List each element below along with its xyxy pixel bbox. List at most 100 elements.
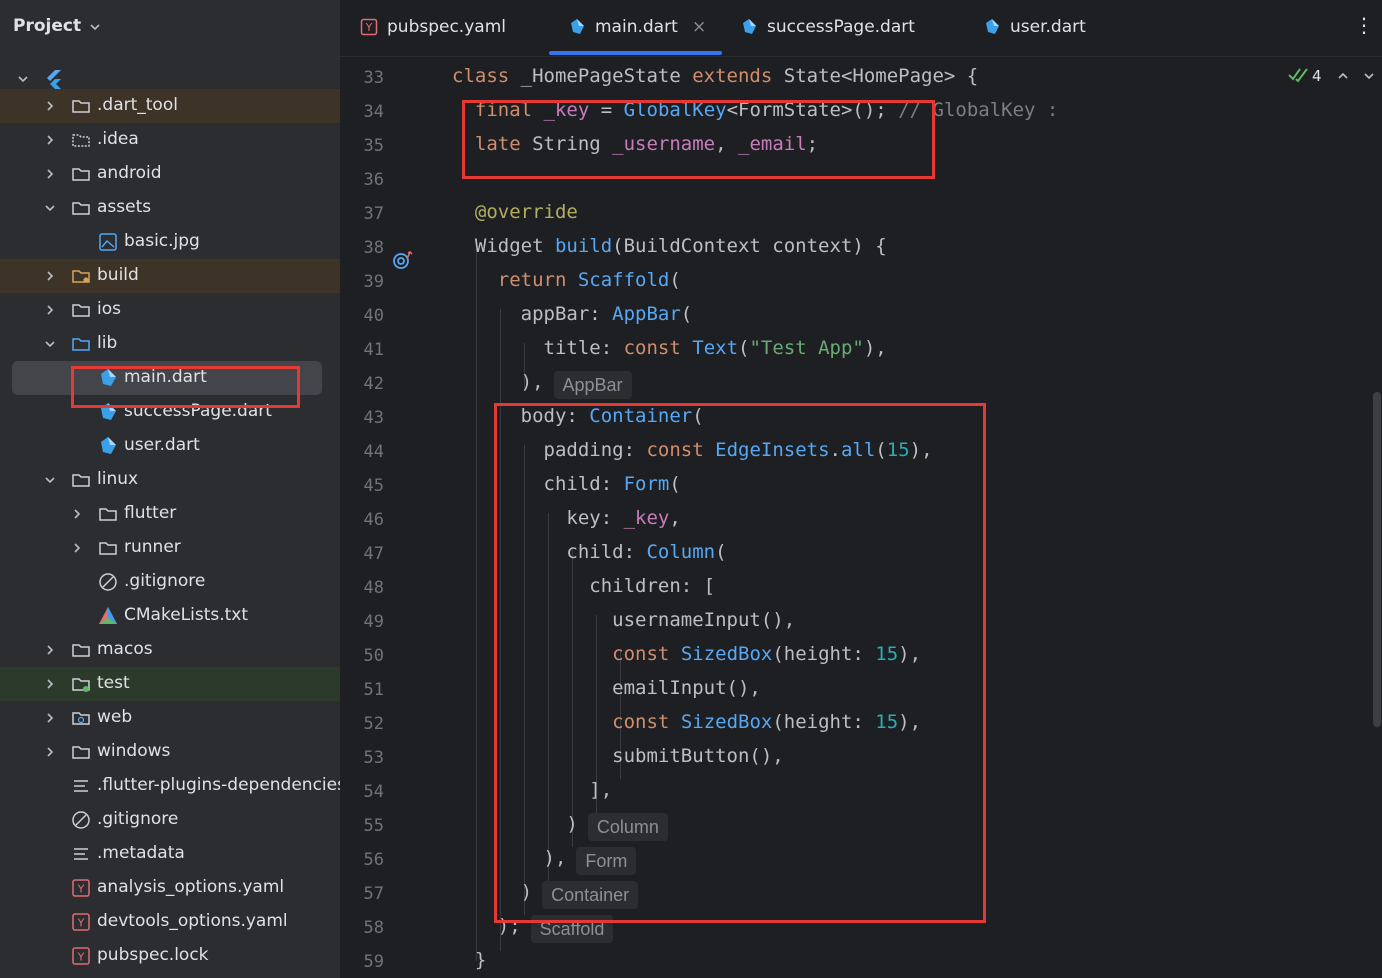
inspection-count[interactable]: 4 bbox=[1312, 67, 1322, 85]
tree-item[interactable]: user.dart bbox=[0, 429, 340, 463]
tree-item[interactable]: web bbox=[0, 701, 340, 735]
tree-item[interactable]: test bbox=[0, 667, 340, 701]
line-number: 44 bbox=[363, 442, 384, 462]
code-line[interactable]: appBar: AppBar( bbox=[452, 303, 693, 325]
chevron-down-icon[interactable] bbox=[16, 72, 30, 86]
tree-item[interactable]: ios bbox=[0, 293, 340, 327]
tree-item[interactable]: windows bbox=[0, 735, 340, 769]
folder-test-icon bbox=[72, 678, 90, 692]
line-number: 59 bbox=[363, 952, 384, 972]
tree-item[interactable]: .gitignore bbox=[0, 803, 340, 837]
folder-dotted-icon bbox=[72, 134, 90, 147]
tree-item[interactable]: build bbox=[0, 259, 340, 293]
project-header[interactable]: Project bbox=[0, 0, 340, 56]
tree-item[interactable]: Ydevtools_options.yaml bbox=[0, 905, 340, 939]
check-double-icon[interactable] bbox=[1288, 65, 1310, 83]
tree-item-label: flutter bbox=[124, 503, 177, 523]
more-tabs-icon[interactable]: ⋮ bbox=[1354, 15, 1374, 35]
chevron-down-icon[interactable] bbox=[43, 201, 57, 215]
chevron-right-icon[interactable] bbox=[43, 269, 57, 283]
tree-item[interactable]: lib bbox=[0, 327, 340, 361]
tree-item[interactable]: .idea bbox=[0, 123, 340, 157]
code-line[interactable]: ), AppBar bbox=[452, 371, 632, 399]
line-number: 54 bbox=[363, 782, 384, 802]
tree-item[interactable]: assets bbox=[0, 191, 340, 225]
chevron-right-icon[interactable] bbox=[43, 99, 57, 113]
svg-text:Y: Y bbox=[77, 917, 85, 930]
folder-web-icon bbox=[72, 712, 90, 725]
code-line[interactable]: Widget build(BuildContext context) { bbox=[452, 235, 887, 257]
folder-icon bbox=[72, 202, 90, 215]
chevron-down-icon[interactable] bbox=[43, 473, 57, 487]
tree-item[interactable]: linux bbox=[0, 463, 340, 497]
chevron-right-icon[interactable] bbox=[43, 133, 57, 147]
code-line[interactable]: } bbox=[452, 949, 486, 971]
tree-item-label: linux bbox=[97, 469, 139, 489]
chevron-up-icon[interactable] bbox=[1336, 69, 1350, 83]
folder-source-icon bbox=[72, 338, 90, 351]
line-number: 41 bbox=[363, 340, 384, 360]
tree-item[interactable]: basic.jpg bbox=[0, 225, 340, 259]
tab-label: pubspec.yaml bbox=[387, 17, 506, 37]
line-number: 40 bbox=[363, 306, 384, 326]
folder-icon bbox=[99, 542, 117, 555]
tree-item[interactable]: flutter bbox=[0, 497, 340, 531]
chevron-right-icon[interactable] bbox=[43, 711, 57, 725]
code-line[interactable]: title: const Text("Test App"), bbox=[452, 337, 887, 359]
highlight-box-main-dart bbox=[71, 366, 300, 408]
tree-item[interactable]: Yanalysis_options.yaml bbox=[0, 871, 340, 905]
folder-excluded-icon bbox=[72, 270, 90, 283]
line-number: 35 bbox=[363, 136, 384, 156]
chevron-right-icon[interactable] bbox=[70, 507, 84, 521]
code-line[interactable]: @override bbox=[452, 201, 578, 223]
text-file-icon bbox=[74, 780, 88, 792]
chevron-right-icon[interactable] bbox=[43, 745, 57, 759]
closing-label-hint: AppBar bbox=[553, 371, 632, 399]
tree-item[interactable]: CMakeLists.txt bbox=[0, 599, 340, 633]
tree-item-label: test bbox=[97, 673, 130, 693]
folder-icon bbox=[72, 304, 90, 317]
yaml-file-icon: Y bbox=[360, 18, 378, 36]
chevron-down-icon[interactable] bbox=[43, 337, 57, 351]
cmake-file-icon bbox=[99, 607, 117, 624]
highlight-box-fields bbox=[462, 100, 935, 179]
tree-item-label: user.dart bbox=[124, 435, 200, 455]
chevron-down-icon[interactable] bbox=[88, 20, 102, 34]
line-number: 55 bbox=[363, 816, 384, 836]
folder-icon bbox=[72, 474, 90, 487]
tree-item[interactable]: android bbox=[0, 157, 340, 191]
chevron-right-icon[interactable] bbox=[43, 167, 57, 181]
tree-item[interactable]: .dart_tool bbox=[0, 89, 340, 123]
code-line[interactable]: class _HomePageState extends State<HomeP… bbox=[452, 65, 978, 87]
text-file-icon bbox=[74, 848, 88, 860]
tree-item[interactable]: Ypubspec.lock bbox=[0, 939, 340, 973]
chevron-down-icon[interactable] bbox=[1362, 69, 1376, 83]
tree-item[interactable]: .gitignore bbox=[0, 565, 340, 599]
tree-item[interactable]: macos bbox=[0, 633, 340, 667]
tree-item-label: .idea bbox=[97, 129, 139, 149]
code-line[interactable]: return Scaffold( bbox=[452, 269, 681, 291]
tree-item[interactable]: .metadata bbox=[0, 837, 340, 871]
tree-item-label: web bbox=[97, 707, 133, 727]
line-number: 53 bbox=[363, 748, 384, 768]
tree-item-label: windows bbox=[97, 741, 171, 761]
override-gutter-icon[interactable] bbox=[392, 250, 414, 270]
folder-icon bbox=[72, 644, 90, 657]
flutter-logo-icon bbox=[47, 70, 61, 89]
close-icon[interactable]: × bbox=[692, 17, 706, 37]
line-number: 37 bbox=[363, 204, 384, 224]
editor-scrollbar[interactable] bbox=[1373, 392, 1381, 727]
tree-item-label: analysis_options.yaml bbox=[97, 877, 285, 897]
ignore-file-icon bbox=[72, 811, 90, 829]
line-number: 34 bbox=[363, 102, 384, 122]
chevron-right-icon[interactable] bbox=[43, 677, 57, 691]
tree-item-label: CMakeLists.txt bbox=[124, 605, 249, 625]
tree-item-label: pubspec.lock bbox=[97, 945, 209, 965]
chevron-right-icon[interactable] bbox=[43, 303, 57, 317]
tree-item[interactable]: .flutter-plugins-dependencies bbox=[0, 769, 340, 803]
chevron-right-icon[interactable] bbox=[43, 643, 57, 657]
tree-item[interactable]: runner bbox=[0, 531, 340, 565]
yaml-file-icon: Y bbox=[72, 913, 90, 931]
chevron-right-icon[interactable] bbox=[70, 541, 84, 555]
project-title[interactable]: Project bbox=[13, 16, 81, 36]
